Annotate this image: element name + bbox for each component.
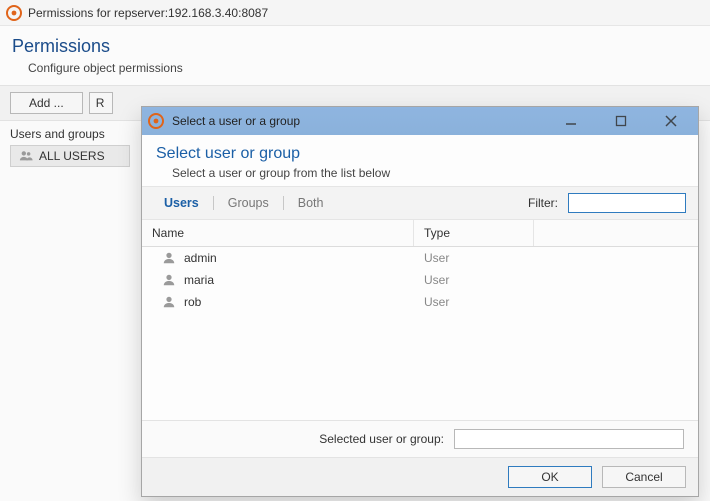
column-type[interactable]: Type [414, 220, 534, 246]
page-title: Permissions [12, 36, 698, 57]
selected-input[interactable] [454, 429, 684, 449]
filter-row: Users Groups Both Filter: [142, 186, 698, 220]
selected-label: Selected user or group: [319, 432, 444, 446]
tab-separator [283, 196, 284, 210]
row-name: maria [184, 273, 214, 287]
tab-separator [213, 196, 214, 210]
filter-label: Filter: [528, 196, 558, 210]
filter-input[interactable] [568, 193, 686, 213]
dialog-header-title: Select user or group [156, 145, 684, 163]
column-name[interactable]: Name [142, 220, 414, 246]
dialog-footer: OK Cancel [142, 457, 698, 496]
select-user-dialog: Select a user or a group Select user or … [141, 106, 699, 497]
person-icon [162, 273, 176, 287]
selected-row: Selected user or group: [142, 420, 698, 457]
window-title: Permissions for repserver:192.168.3.40:8… [28, 6, 268, 20]
person-icon [162, 295, 176, 309]
add-button[interactable]: Add ... [10, 92, 83, 114]
tab-groups[interactable]: Groups [218, 193, 279, 213]
tab-users[interactable]: Users [154, 193, 209, 213]
dialog-header-sub: Select a user or group from the list bel… [172, 166, 684, 180]
dialog-title: Select a user or a group [172, 114, 300, 128]
tab-both[interactable]: Both [288, 193, 334, 213]
row-type: User [414, 295, 534, 309]
table-row[interactable]: rob User [142, 291, 698, 313]
remove-button-truncated[interactable]: R [89, 92, 113, 114]
table-head: Name Type [142, 220, 698, 247]
users-groups-item-label: ALL USERS [39, 149, 105, 163]
outer-titlebar: Permissions for repserver:192.168.3.40:8… [0, 0, 710, 26]
user-table: Name Type admin User maria [142, 220, 698, 420]
cancel-button[interactable]: Cancel [602, 466, 686, 488]
dialog-titlebar[interactable]: Select a user or a group [142, 107, 698, 135]
minimize-icon[interactable] [550, 107, 592, 135]
table-body: admin User maria User rob [142, 247, 698, 420]
person-icon [162, 251, 176, 265]
ok-button[interactable]: OK [508, 466, 592, 488]
app-logo-icon [6, 5, 22, 21]
row-type: User [414, 273, 534, 287]
users-icon [19, 149, 33, 163]
maximize-icon[interactable] [600, 107, 642, 135]
row-name: admin [184, 251, 217, 265]
table-row[interactable]: admin User [142, 247, 698, 269]
app-logo-icon [148, 113, 164, 129]
close-icon[interactable] [650, 107, 692, 135]
page-subtitle: Configure object permissions [28, 61, 698, 75]
header: Permissions Configure object permissions [0, 26, 710, 85]
users-groups-item-allusers[interactable]: ALL USERS [10, 145, 130, 167]
table-row[interactable]: maria User [142, 269, 698, 291]
row-type: User [414, 251, 534, 265]
column-spacer [534, 220, 698, 246]
dialog-header: Select user or group Select a user or gr… [142, 135, 698, 186]
row-name: rob [184, 295, 201, 309]
